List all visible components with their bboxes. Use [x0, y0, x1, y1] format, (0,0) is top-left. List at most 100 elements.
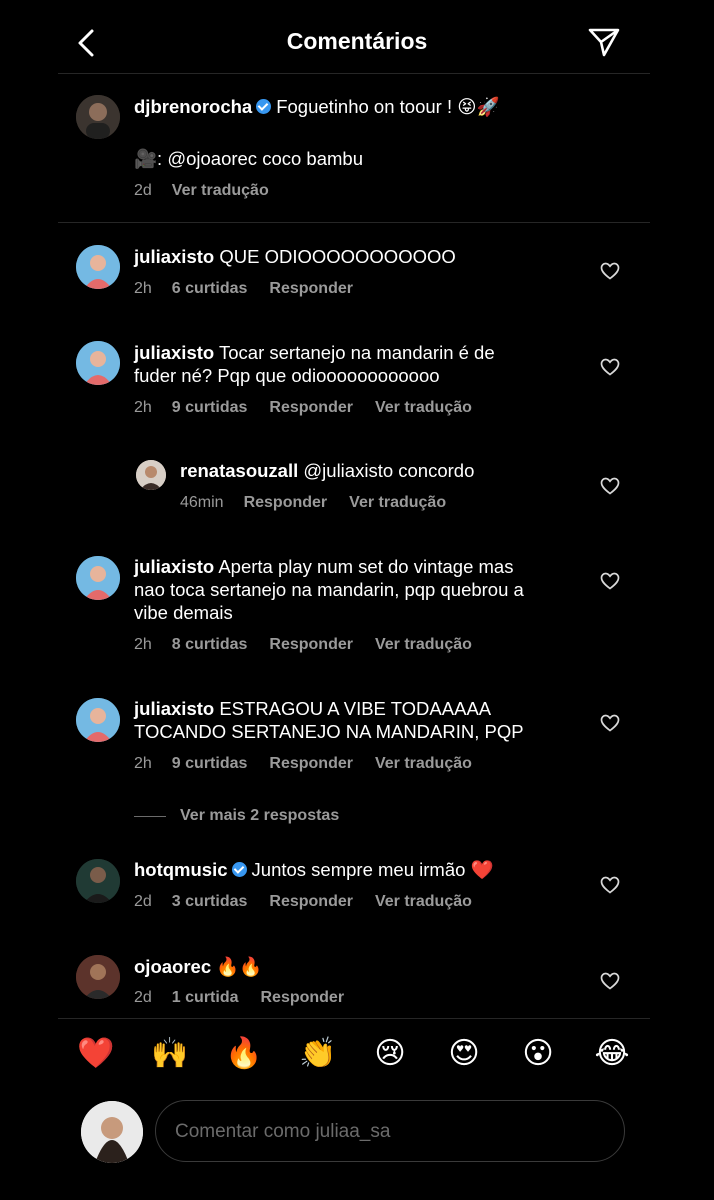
reply-button[interactable]: Responder — [244, 494, 328, 511]
comment-text: ojoaorec 🔥🔥 — [134, 955, 262, 978]
comment-text: juliaxisto Tocar sertanejo na mandarin é… — [134, 341, 495, 387]
reply-button[interactable]: Responder — [269, 636, 353, 653]
comment-meta: 2h 9 curtidas Responder Ver tradução — [134, 399, 494, 417]
comment-meta: 2h 8 curtidas Responder Ver tradução — [134, 636, 494, 654]
comment-time: 46min — [180, 494, 224, 511]
comment-body: Tocar sertanejo na mandarin é de — [219, 342, 495, 363]
comment-body-line2: nao toca sertanejo na mandarin, pqp queb… — [134, 579, 524, 600]
reaction-laughing[interactable]: 😂 — [590, 1036, 634, 1071]
reply-button[interactable]: Responder — [269, 755, 353, 772]
avatar-photo — [76, 698, 120, 742]
reply-button[interactable]: Responder — [260, 989, 344, 1006]
comment-body: @juliaxisto concordo — [303, 460, 475, 481]
heart-icon[interactable] — [600, 714, 620, 732]
translate-link[interactable]: Ver tradução — [349, 494, 446, 511]
comment-username[interactable]: hotqmusic — [134, 859, 228, 880]
comment-body-line3: vibe demais — [134, 602, 233, 623]
verified-icon — [231, 862, 247, 877]
caption-body: Foguetinho on toour ! 😝🚀 — [276, 96, 500, 117]
heart-icon[interactable] — [600, 972, 620, 990]
caption-line2: 🎥: @ojoaorec coco bambu — [134, 148, 363, 169]
header-divider — [58, 73, 650, 74]
comment-username[interactable]: juliaxisto — [134, 698, 214, 719]
avatar[interactable] — [136, 460, 166, 490]
likes-count[interactable]: 8 curtidas — [172, 636, 248, 653]
comment-meta: 2d 1 curtida Responder — [134, 989, 366, 1007]
caption-text: djbrenorocha Foguetinho on toour ! 😝🚀 — [134, 95, 500, 118]
reactions-divider — [58, 1018, 650, 1019]
caption-divider — [58, 222, 650, 223]
reply-button[interactable]: Responder — [269, 280, 353, 297]
reaction-heart-eyes[interactable]: 😍 — [442, 1036, 486, 1071]
avatar[interactable] — [76, 859, 120, 903]
comment-meta: 46min Responder Ver tradução — [180, 494, 468, 512]
comment-text: juliaxisto Aperta play num set do vintag… — [134, 555, 524, 624]
comment-meta: 2d 3 curtidas Responder Ver tradução — [134, 893, 494, 911]
comment-text: hotqmusic Juntos sempre meu irmão ❤️ — [134, 858, 494, 881]
likes-count[interactable]: 3 curtidas — [172, 893, 248, 910]
reaction-clap[interactable]: 👏 — [296, 1036, 340, 1071]
translate-link[interactable]: Ver tradução — [172, 182, 269, 199]
translate-link[interactable]: Ver tradução — [375, 399, 472, 416]
reaction-crying[interactable]: 😢 — [368, 1036, 412, 1071]
likes-count[interactable]: 6 curtidas — [172, 280, 248, 297]
avatar[interactable] — [76, 341, 120, 385]
comment-username[interactable]: juliaxisto — [134, 246, 214, 267]
likes-count[interactable]: 1 curtida — [172, 989, 239, 1006]
comment-time: 2d — [134, 989, 152, 1006]
heart-icon[interactable] — [600, 262, 620, 280]
avatar-photo — [76, 859, 120, 903]
comment-body: 🔥🔥 — [216, 956, 263, 977]
comment-username[interactable]: ojoaorec — [134, 956, 211, 977]
verified-icon — [256, 99, 272, 114]
comment-time: 2h — [134, 399, 152, 416]
comment-text: juliaxisto QUE ODIOOOOOOOOOOO — [134, 245, 456, 268]
translate-link[interactable]: Ver tradução — [375, 893, 472, 910]
comment-time: 2h — [134, 755, 152, 772]
reaction-raised-hands[interactable]: 🙌 — [148, 1036, 192, 1071]
translate-link[interactable]: Ver tradução — [375, 755, 472, 772]
view-more-replies[interactable]: Ver mais 2 respostas — [180, 807, 339, 825]
caption-username[interactable]: djbrenorocha — [134, 96, 252, 117]
avatar[interactable] — [76, 556, 120, 600]
reply-button[interactable]: Responder — [269, 893, 353, 910]
comment-username[interactable]: juliaxisto — [134, 556, 214, 577]
comment-time: 2h — [134, 280, 152, 297]
reply-button[interactable]: Responder — [269, 399, 353, 416]
heart-icon[interactable] — [600, 572, 620, 590]
heart-icon[interactable] — [600, 358, 620, 376]
caption-time: 2d — [134, 182, 152, 199]
comment-time: 2d — [134, 893, 152, 910]
my-avatar — [81, 1101, 143, 1163]
avatar[interactable] — [76, 95, 120, 139]
avatar[interactable] — [76, 698, 120, 742]
avatar-photo — [76, 955, 120, 999]
avatar[interactable] — [76, 955, 120, 999]
comment-text: renatasouzall @juliaxisto concordo — [180, 459, 474, 482]
heart-icon[interactable] — [600, 876, 620, 894]
comment-meta: 2h 6 curtidas Responder — [134, 280, 375, 298]
comment-username[interactable]: juliaxisto — [134, 342, 214, 363]
reaction-fire[interactable]: 🔥 — [222, 1036, 266, 1071]
heart-icon[interactable] — [600, 477, 620, 495]
reaction-heart[interactable]: ❤️ — [74, 1036, 118, 1071]
avatar-photo — [76, 556, 120, 600]
comment-body: ESTRAGOU A VIBE TODAAAAA — [219, 698, 492, 719]
likes-count[interactable]: 9 curtidas — [172, 755, 248, 772]
comment-body: QUE ODIOOOOOOOOOOO — [219, 246, 456, 267]
comment-body-line2: TOCANDO SERTANEJO NA MANDARIN, PQP — [134, 721, 524, 742]
avatar[interactable] — [76, 245, 120, 289]
likes-count[interactable]: 9 curtidas — [172, 399, 248, 416]
comment-username[interactable]: renatasouzall — [180, 460, 298, 481]
comment-input-placeholder: Comentar como juliaa_sa — [175, 1121, 391, 1142]
avatar-photo — [81, 1101, 143, 1163]
reaction-surprised[interactable]: 😮 — [516, 1036, 560, 1071]
translate-link[interactable]: Ver tradução — [375, 636, 472, 653]
comment-body: Aperta play num set do vintage mas — [218, 556, 514, 577]
comment-body: Juntos sempre meu irmão ❤️ — [251, 859, 494, 880]
comment-meta: 2h 9 curtidas Responder Ver tradução — [134, 755, 494, 773]
share-button[interactable] — [587, 26, 621, 58]
caption-meta: 2d Ver tradução — [134, 182, 291, 200]
send-icon — [588, 28, 620, 57]
comment-text: juliaxisto ESTRAGOU A VIBE TODAAAAA TOCA… — [134, 697, 524, 743]
